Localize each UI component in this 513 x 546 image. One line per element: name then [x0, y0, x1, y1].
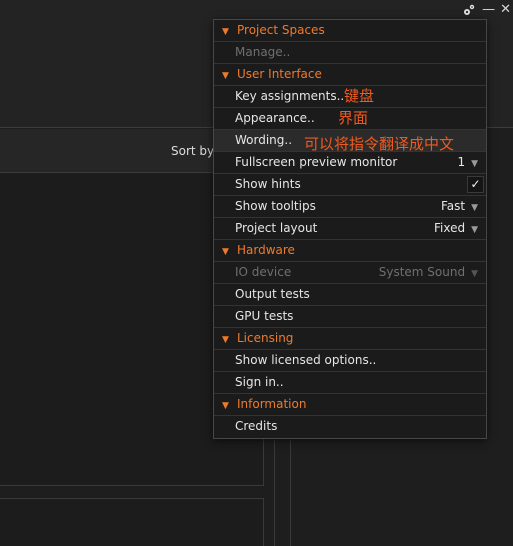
- dropdown-arrow-icon: ▼: [471, 203, 478, 213]
- panel-divider: [274, 440, 275, 546]
- menu-item-show-licensed-options[interactable]: Show licensed options..: [214, 350, 486, 372]
- io-device-select: System Sound ▼: [379, 262, 478, 285]
- menu-item-io-device: IO device System Sound ▼: [214, 262, 486, 284]
- minimize-button[interactable]: —: [482, 2, 495, 18]
- section-user-interface[interactable]: ▼ User Interface: [214, 64, 486, 86]
- section-title: User Interface: [237, 67, 322, 81]
- annotation-key-assignments: 键盘: [344, 87, 375, 105]
- close-button[interactable]: ✕: [500, 2, 511, 18]
- menu-item-label: Key assignments..: [235, 89, 345, 103]
- tooltips-select[interactable]: Fast ▼: [441, 196, 478, 219]
- section-hardware[interactable]: ▼ Hardware: [214, 240, 486, 262]
- annotation-appearance: 界面: [338, 109, 369, 127]
- select-value: Fixed: [433, 221, 466, 235]
- settings-gear-button[interactable]: [461, 2, 477, 18]
- menu-item-show-hints[interactable]: Show hints ✓: [214, 174, 486, 196]
- dropdown-arrow-icon: ▼: [471, 159, 478, 169]
- menu-item-label: Appearance..: [235, 111, 315, 125]
- dropdown-arrow-icon: ▼: [471, 269, 478, 279]
- menu-item-label: IO device: [235, 265, 292, 279]
- menu-item-label: Sign in..: [235, 375, 284, 389]
- panel-divider: [290, 440, 291, 546]
- dropdown-arrow-icon: ▼: [471, 225, 478, 235]
- menu-item-label: Fullscreen preview monitor: [235, 155, 398, 169]
- collapse-triangle-icon: ▼: [222, 71, 229, 81]
- show-hints-checkbox[interactable]: ✓: [467, 176, 484, 193]
- menu-item-label: Project layout: [235, 221, 318, 235]
- menu-item-manage: Manage..: [214, 42, 486, 64]
- section-information[interactable]: ▼ Information: [214, 394, 486, 416]
- select-value: 1: [457, 155, 466, 169]
- monitor-select[interactable]: 1 ▼: [457, 152, 478, 175]
- browser-panel-footer: [0, 498, 264, 546]
- section-title: Licensing: [237, 331, 294, 345]
- section-licensing[interactable]: ▼ Licensing: [214, 328, 486, 350]
- gear-icon: [464, 4, 475, 15]
- collapse-triangle-icon: ▼: [222, 335, 229, 345]
- settings-menu: ▼ Project Spaces Manage.. ▼ User Interface…: [213, 19, 487, 439]
- menu-item-label: Manage..: [235, 45, 291, 59]
- collapse-triangle-icon: ▼: [222, 27, 229, 37]
- section-title: Hardware: [237, 243, 295, 257]
- select-value: System Sound: [378, 265, 466, 279]
- menu-item-label: Wording..: [235, 133, 293, 147]
- menu-item-fullscreen-preview-monitor[interactable]: Fullscreen preview monitor 1 ▼: [214, 152, 486, 174]
- menu-item-sign-in[interactable]: Sign in..: [214, 372, 486, 394]
- project-layout-select[interactable]: Fixed ▼: [434, 218, 478, 241]
- menu-item-show-tooltips[interactable]: Show tooltips Fast ▼: [214, 196, 486, 218]
- menu-item-label: GPU tests: [235, 309, 294, 323]
- section-project-spaces[interactable]: ▼ Project Spaces: [214, 20, 486, 42]
- menu-item-label: Output tests: [235, 287, 310, 301]
- menu-item-label: Show tooltips: [235, 199, 316, 213]
- collapse-triangle-icon: ▼: [222, 401, 229, 411]
- window-controls: — ✕: [461, 2, 511, 18]
- checkmark-icon: ✓: [470, 177, 481, 191]
- section-title: Project Spaces: [237, 23, 325, 37]
- menu-item-label: Show licensed options..: [235, 353, 377, 367]
- select-value: Fast: [440, 199, 466, 213]
- sort-by-label[interactable]: Sort by: [171, 144, 214, 158]
- menu-item-label: Show hints: [235, 177, 301, 191]
- menu-item-output-tests[interactable]: Output tests: [214, 284, 486, 306]
- collapse-triangle-icon: ▼: [222, 247, 229, 257]
- section-title: Information: [237, 397, 307, 411]
- menu-item-label: Credits: [235, 419, 278, 433]
- menu-item-gpu-tests[interactable]: GPU tests: [214, 306, 486, 328]
- menu-item-credits[interactable]: Credits: [214, 416, 486, 438]
- menu-item-project-layout[interactable]: Project layout Fixed ▼: [214, 218, 486, 240]
- annotation-wording: 可以将指令翻译成中文: [304, 135, 455, 153]
